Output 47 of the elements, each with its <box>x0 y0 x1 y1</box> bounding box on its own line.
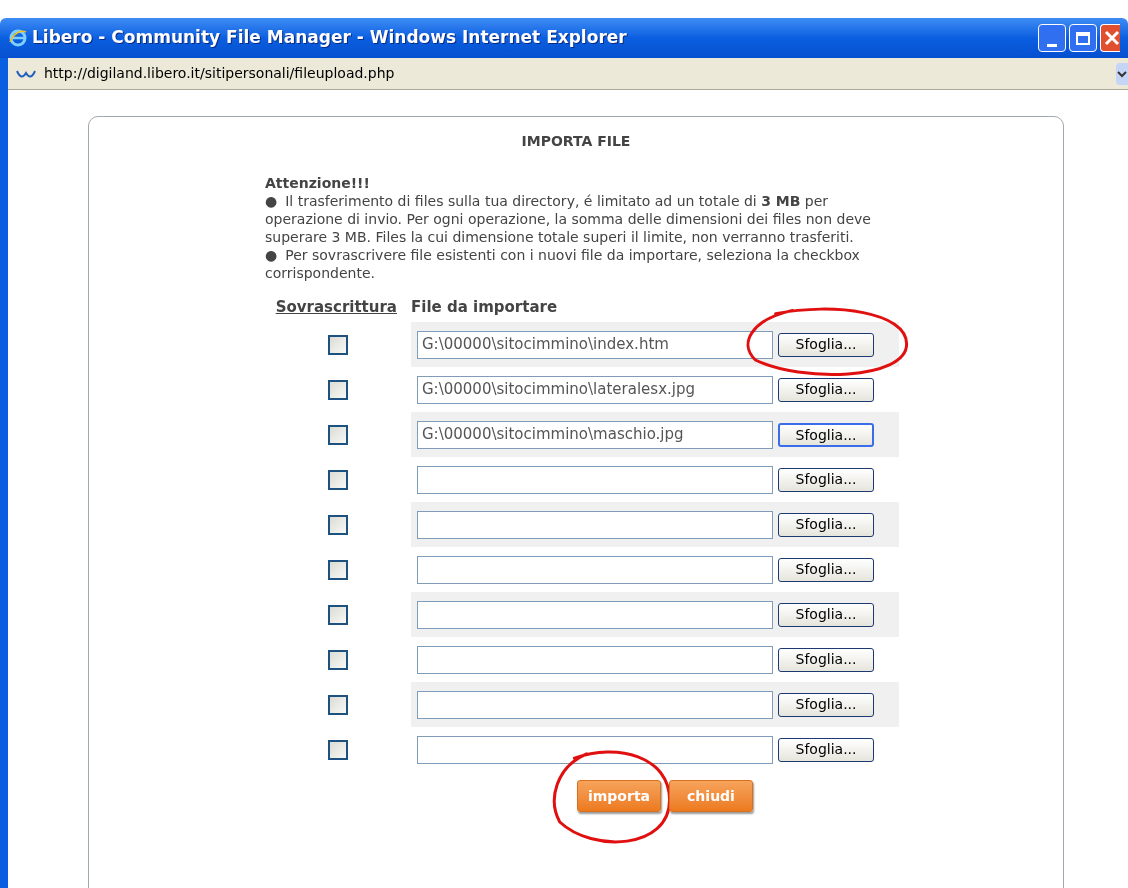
overwrite-checkbox[interactable] <box>328 739 348 760</box>
dialog-title: IMPORTA FILE <box>521 132 631 151</box>
browser-logo-icon <box>8 28 28 48</box>
file-path-field[interactable] <box>417 510 773 539</box>
overwrite-checkbox[interactable] <box>328 469 348 490</box>
overwrite-checkbox[interactable] <box>328 604 348 625</box>
maximize-button[interactable] <box>1069 24 1097 52</box>
minimize-button[interactable] <box>1038 24 1066 52</box>
overwrite-checkbox[interactable] <box>328 649 348 670</box>
file-path-field[interactable] <box>417 690 773 719</box>
site-logo-icon <box>16 68 36 79</box>
file-path-field[interactable] <box>417 465 773 494</box>
overwrite-checkbox[interactable] <box>328 559 348 580</box>
file-path-field[interactable] <box>417 600 773 629</box>
file-path-field[interactable]: G:\00000\sitocimmino\maschio.jpg <box>417 420 773 449</box>
browse-button[interactable]: Sfoglia... <box>778 557 874 582</box>
chevron-down-icon <box>1117 69 1127 78</box>
file-path-field[interactable] <box>417 645 773 674</box>
warning-title: Attenzione!!! <box>265 174 371 192</box>
browse-button[interactable]: Sfoglia... <box>778 737 874 762</box>
warning-paragraph: ● Il trasferimento di files sulla tua directory, é limitato ad un totale di 3 MB per operazione di invio. Per ogni operazione, la somma delle dimensioni dei files non deve superare 3 MB. Files la cui dimensione totale superi il limite, non verranno trasferiti. <box>265 192 872 246</box>
browse-button[interactable]: Sfoglia... <box>778 602 874 627</box>
overwrite-checkbox[interactable] <box>328 694 348 715</box>
close-button[interactable] <box>1100 24 1120 52</box>
browse-button[interactable]: Sfoglia... <box>778 422 874 447</box>
browse-button[interactable]: Sfoglia... <box>778 512 874 537</box>
browse-button[interactable]: Sfoglia... <box>778 647 874 672</box>
file-path-field[interactable] <box>417 735 773 764</box>
browse-button[interactable]: Sfoglia... <box>778 377 874 402</box>
address-bar[interactable]: http://digiland.libero.it/sitipersonali/fileupload.php <box>8 58 1128 90</box>
browse-button[interactable]: Sfoglia... <box>778 332 874 357</box>
warning-paragraph: ● Per sovrascrivere file esistenti con i nuovi file da importare, seleziona la checkbox corrispondente. <box>265 246 861 282</box>
dropdown-button[interactable] <box>1116 62 1128 85</box>
url-text: http://digiland.libero.it/sitipersonali/fileupload.php <box>44 64 396 83</box>
column-header: File da importare <box>411 296 558 318</box>
overwrite-checkbox[interactable] <box>328 379 348 400</box>
file-path-field[interactable]: G:\00000\sitocimmino\index.htm <box>417 330 773 359</box>
file-path-field[interactable]: G:\00000\sitocimmino\lateralesx.jpg <box>417 375 773 404</box>
overwrite-checkbox[interactable] <box>328 514 348 535</box>
window-title: Libero - Community File Manager - Windows Internet Explorer <box>32 26 627 50</box>
browse-button[interactable]: Sfoglia... <box>778 692 874 717</box>
browse-button[interactable]: Sfoglia... <box>778 467 874 492</box>
overwrite-checkbox[interactable] <box>328 424 348 445</box>
file-path-field[interactable] <box>417 555 773 584</box>
overwrite-checkbox[interactable] <box>328 334 348 355</box>
column-header: Sovrascrittura <box>274 296 398 318</box>
close-icon <box>1104 30 1120 46</box>
